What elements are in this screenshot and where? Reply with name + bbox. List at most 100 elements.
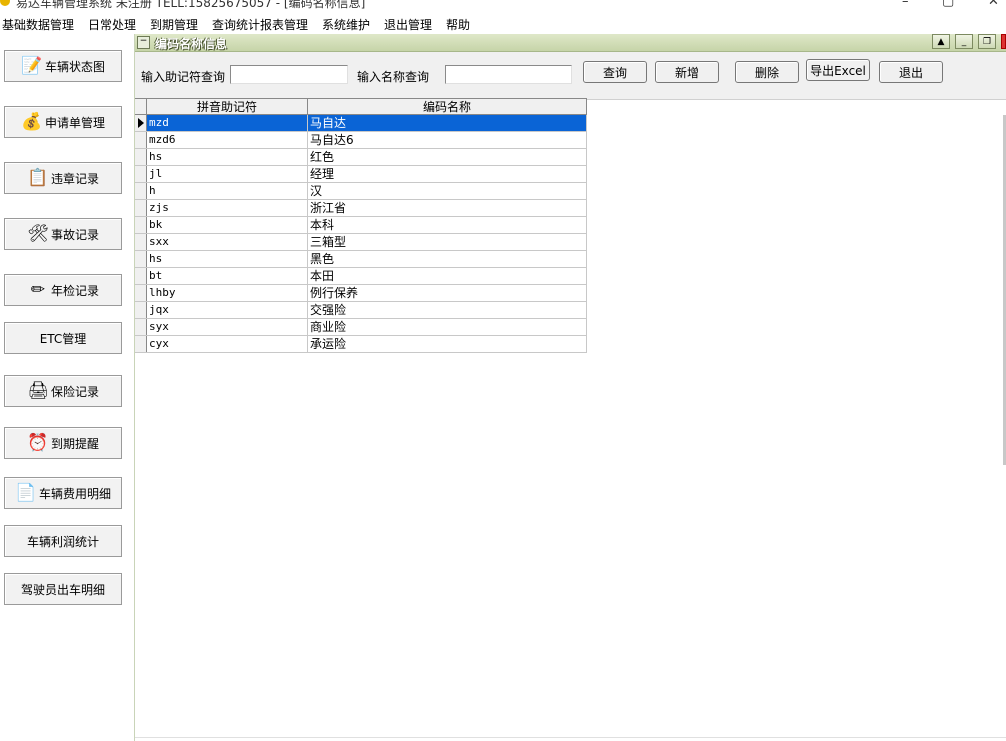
cell-mnemonic[interactable]: hs — [147, 149, 308, 165]
table-row[interactable]: syx 商业险 — [135, 319, 587, 336]
cell-mnemonic[interactable]: bt — [147, 268, 308, 284]
printer-icon: 🖨 — [27, 381, 49, 401]
table-row[interactable]: lhby 例行保养 — [135, 285, 587, 302]
table-row[interactable]: h汉 — [135, 183, 587, 200]
row-indicator — [135, 285, 147, 301]
cell-mnemonic[interactable]: sxx — [147, 234, 308, 250]
cell-code-name[interactable]: 红色 — [308, 149, 587, 165]
menu-reports[interactable]: 查询统计报表管理 — [212, 16, 308, 33]
current-row-indicator-icon — [135, 115, 147, 131]
tools-icon: 🛠 — [27, 224, 49, 244]
row-indicator — [135, 251, 147, 267]
cell-code-name[interactable]: 例行保养 — [308, 285, 587, 301]
cell-mnemonic[interactable]: h — [147, 183, 308, 199]
table-row[interactable]: bk 本科 — [135, 217, 587, 234]
row-indicator — [135, 234, 147, 250]
cell-mnemonic[interactable]: hs — [147, 251, 308, 267]
cell-mnemonic[interactable]: mzd — [147, 115, 308, 131]
cell-code-name[interactable]: 汉 — [308, 183, 587, 199]
notepad-icon: 📝 — [21, 56, 43, 76]
menu-help[interactable]: 帮助 — [446, 16, 470, 33]
code-name-grid[interactable]: 拼音助记符 编码名称 mzd 马自达 mzd6 马自达6 hs 红色 jl 经理 h 汉 zjs 浙江… — [135, 98, 587, 353]
nav-label: 违章记录 — [50, 171, 99, 186]
annual-inspection-button[interactable]: ✏ 年检记录 — [4, 274, 122, 306]
row-indicator — [135, 319, 147, 335]
status-divider — [135, 737, 1006, 738]
violation-records-button[interactable]: 📋 违章记录 — [4, 162, 122, 194]
accident-records-button[interactable]: 🛠 事故记录 — [4, 218, 122, 250]
table-row[interactable]: cyx 承运险 — [135, 336, 587, 353]
child-title: 编码名称信息 — [155, 37, 228, 51]
table-row[interactable]: zjs 浙江省 — [135, 200, 587, 217]
header-code-name[interactable]: 编码名称 — [308, 99, 587, 115]
menu-system[interactable]: 系统维护 — [322, 16, 370, 33]
menu-basic-data[interactable]: 基础数据管理 — [2, 16, 74, 33]
application-form-button[interactable]: 💰 申请单管理 — [4, 106, 122, 138]
cell-code-name[interactable]: 马自达 — [308, 115, 587, 131]
child-restore-icon[interactable]: ❐ — [978, 34, 996, 49]
name-label: 输入名称查询 — [357, 70, 430, 84]
vehicle-profit-stats-button[interactable]: 车辆利润统计 — [4, 525, 122, 557]
menu-daily[interactable]: 日常处理 — [88, 16, 136, 33]
nav-label: 车辆状态图 — [44, 59, 105, 74]
child-close-icon[interactable] — [1001, 34, 1006, 49]
menu-exit[interactable]: 退出管理 — [384, 16, 432, 33]
insurance-records-button[interactable]: 🖨 保险记录 — [4, 375, 122, 407]
clock-icon: ⏰ — [27, 433, 49, 453]
cell-code-name[interactable]: 承运险 — [308, 336, 587, 352]
cell-code-name[interactable]: 交强险 — [308, 302, 587, 318]
table-row[interactable]: mzd 马自达 — [135, 115, 587, 132]
cell-code-name[interactable]: 本科 — [308, 217, 587, 233]
cell-code-name[interactable]: 浙江省 — [308, 200, 587, 216]
scroll-up-icon[interactable]: ▲ — [932, 34, 950, 49]
nav-label: 驾驶员出车明细 — [20, 582, 105, 597]
expiry-reminder-button[interactable]: ⏰ 到期提醒 — [4, 427, 122, 459]
name-search-input[interactable] — [445, 65, 572, 84]
cell-mnemonic[interactable]: zjs — [147, 200, 308, 216]
window-title: 易达车辆管理系统 未注册 TELL:15825675057 - [编码名称信息] — [16, 0, 366, 10]
cell-mnemonic[interactable]: jqx — [147, 302, 308, 318]
vehicle-status-button[interactable]: 📝 车辆状态图 — [4, 50, 122, 82]
header-mnemonic[interactable]: 拼音助记符 — [147, 99, 308, 115]
cell-code-name[interactable]: 经理 — [308, 166, 587, 182]
pencil-arrows-icon: ✏ — [30, 280, 46, 300]
table-row[interactable]: jl 经理 — [135, 166, 587, 183]
mnemonic-search-input[interactable] — [230, 65, 348, 84]
cell-mnemonic[interactable]: syx — [147, 319, 308, 335]
document-icon: 📄 — [15, 483, 37, 503]
etc-management-button[interactable]: ETC管理 — [4, 322, 122, 354]
minimize-icon[interactable]: – — [902, 0, 909, 9]
cell-code-name[interactable]: 商业险 — [308, 319, 587, 335]
cell-mnemonic[interactable]: cyx — [147, 336, 308, 352]
export-excel-button[interactable]: 导出Excel — [806, 59, 870, 81]
vehicle-cost-detail-button[interactable]: 📄 车辆费用明细 — [4, 477, 122, 509]
delete-button[interactable]: 删除 — [735, 61, 799, 83]
query-button[interactable]: 查询 — [583, 61, 647, 83]
cell-mnemonic[interactable]: lhby — [147, 285, 308, 301]
maximize-icon[interactable]: ▢ — [942, 0, 954, 9]
table-row[interactable]: bt 本田 — [135, 268, 587, 285]
cell-code-name[interactable]: 马自达6 — [308, 132, 587, 148]
cell-mnemonic[interactable]: bk — [147, 217, 308, 233]
cell-code-name[interactable]: 本田 — [308, 268, 587, 284]
close-icon[interactable]: ✕ — [988, 0, 999, 9]
menu-expiry[interactable]: 到期管理 — [150, 16, 198, 33]
child-minimize-icon[interactable]: _ — [955, 34, 973, 49]
table-row[interactable]: hs 红色 — [135, 149, 587, 166]
row-indicator — [135, 302, 147, 318]
cell-mnemonic[interactable]: mzd6 — [147, 132, 308, 148]
driver-trip-detail-button[interactable]: 驾驶员出车明细 — [4, 573, 122, 605]
table-row[interactable]: jqx 交强险 — [135, 302, 587, 319]
table-row[interactable]: sxx 三箱型 — [135, 234, 587, 251]
cell-code-name[interactable]: 黑色 — [308, 251, 587, 267]
exit-button[interactable]: 退出 — [879, 61, 943, 83]
add-button[interactable]: 新增 — [655, 61, 719, 83]
row-indicator — [135, 200, 147, 216]
nav-label: 年检记录 — [50, 283, 99, 298]
cell-code-name[interactable]: 三箱型 — [308, 234, 587, 250]
system-menu-icon[interactable]: − — [137, 36, 150, 49]
table-row[interactable]: hs 黑色 — [135, 251, 587, 268]
cell-mnemonic[interactable]: jl — [147, 166, 308, 182]
table-row[interactable]: mzd6 马自达6 — [135, 132, 587, 149]
nav-label: 车辆费用明细 — [38, 486, 111, 501]
